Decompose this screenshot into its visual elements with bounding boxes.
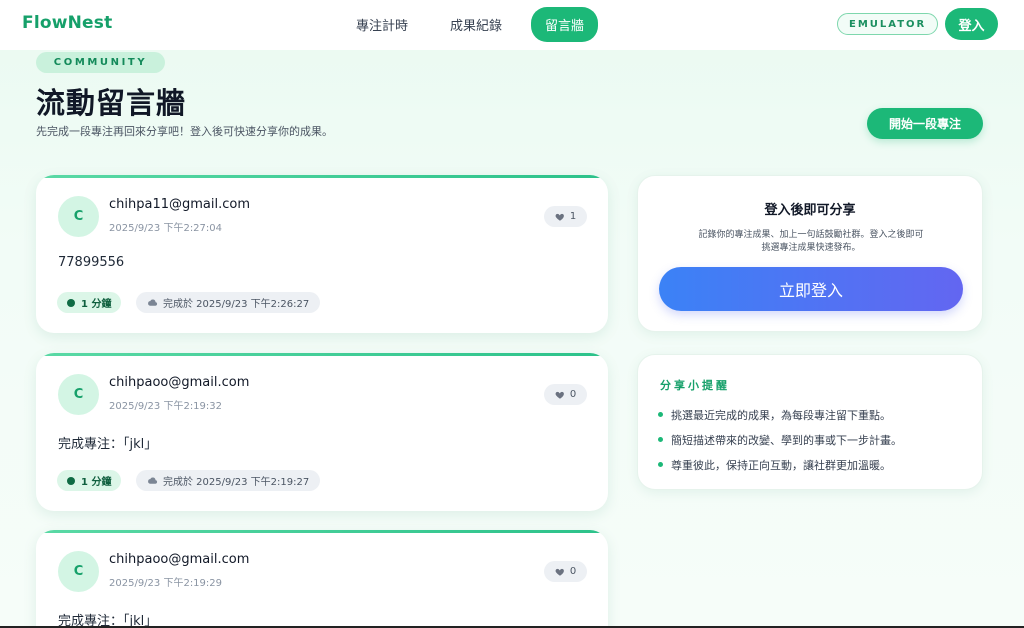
login-card-description: 記錄你的專注成果、加上一句話鼓勵社群。登入之後即可 挑選專注成果快速發布。	[672, 229, 950, 255]
top-navbar: FlowNest 專注計時 成果紀錄 留言牆 EMULATOR 登入	[0, 0, 1024, 50]
main-nav: 專注計時 成果紀錄 留言牆	[343, 6, 599, 42]
completed-label: 完成於 2025/9/23 下午2:26:27	[163, 299, 310, 310]
bullet-icon	[658, 437, 663, 442]
list-item: 簡短描述帶來的改變、學到的事或下一步計畫。	[658, 427, 902, 452]
nav-item-message-wall[interactable]: 留言牆	[531, 6, 599, 42]
duration-label: 1 分鐘	[81, 299, 112, 310]
community-badge: COMMUNITY	[36, 52, 165, 73]
post-author: chihpa11@gmail.com	[109, 197, 251, 212]
like-count: 1	[569, 211, 577, 222]
post-card: C chihpaoo@gmail.com 2025/9/23 下午2:19:29…	[36, 530, 608, 628]
login-card-desc-line: 挑選專注成果快速發布。	[761, 243, 861, 253]
page-title: 流動留言牆	[36, 86, 187, 120]
avatar: C	[58, 196, 99, 237]
tips-list: 挑選最近完成的成果，為每段專注留下重點。 簡短描述帶來的改變、學到的事或下一步計…	[658, 402, 902, 477]
tip-text: 挑選最近完成的成果，為每段專注留下重點。	[671, 408, 891, 422]
bullet-icon	[658, 412, 663, 417]
login-prompt-card: 登入後即可分享 記錄你的專注成果、加上一句話鼓勵社群。登入之後即可 挑選專注成果…	[637, 175, 983, 332]
login-button[interactable]: 登入	[945, 8, 998, 40]
like-count: 0	[569, 389, 577, 400]
post-body: 完成專注：「jkl」	[58, 437, 158, 452]
emulator-badge: EMULATOR	[837, 13, 939, 35]
list-item: 尊重彼此，保持正向互動，讓社群更加溫暖。	[658, 452, 902, 477]
login-card-desc-line: 記錄你的專注成果、加上一句話鼓勵社群。登入之後即可	[698, 230, 924, 240]
status-dot-icon	[67, 298, 75, 307]
login-card-title: 登入後即可分享	[764, 203, 856, 218]
completed-chip: 完成於 2025/9/23 下午2:19:27	[136, 470, 321, 491]
heart-icon	[555, 568, 564, 576]
completed-chip: 完成於 2025/9/23 下午2:26:27	[136, 292, 321, 313]
list-item: 挑選最近完成的成果，為每段專注留下重點。	[658, 402, 902, 427]
brand-logo[interactable]: FlowNest	[22, 13, 112, 33]
post-card: C chihpaoo@gmail.com 2025/9/23 下午2:19:32…	[36, 353, 608, 511]
post-body: 77899556	[58, 255, 125, 270]
post-author: chihpaoo@gmail.com	[109, 552, 250, 567]
cloud-icon	[148, 477, 158, 484]
like-count: 0	[569, 566, 577, 577]
status-dot-icon	[67, 476, 75, 485]
nav-item-focus-timer[interactable]: 專注計時	[343, 8, 421, 41]
duration-chip: 1 分鐘	[57, 292, 122, 313]
duration-label: 1 分鐘	[81, 477, 112, 488]
like-button[interactable]: 0	[544, 384, 587, 405]
post-card: C chihpa11@gmail.com 2025/9/23 下午2:27:04…	[36, 175, 608, 333]
post-time: 2025/9/23 下午2:19:32	[109, 401, 223, 412]
completed-label: 完成於 2025/9/23 下午2:19:27	[163, 477, 310, 488]
sharing-tips-card: 分享小提醒 挑選最近完成的成果，為每段專注留下重點。 簡短描述帶來的改變、學到的…	[637, 354, 983, 490]
tip-text: 簡短描述帶來的改變、學到的事或下一步計畫。	[671, 433, 902, 447]
post-author: chihpaoo@gmail.com	[109, 375, 250, 390]
avatar: C	[58, 374, 99, 415]
post-time: 2025/9/23 下午2:27:04	[109, 223, 223, 234]
page-subtitle: 先完成一段專注再回來分享吧！登入後可快速分享你的成果。	[36, 125, 333, 138]
like-button[interactable]: 1	[544, 206, 587, 227]
heart-icon	[555, 391, 564, 399]
start-focus-button[interactable]: 開始一段專注	[867, 108, 983, 139]
post-time: 2025/9/23 下午2:19:29	[109, 578, 223, 589]
tips-title: 分享小提醒	[660, 379, 730, 392]
avatar: C	[58, 551, 99, 592]
login-now-button[interactable]: 立即登入	[659, 267, 963, 311]
bullet-icon	[658, 462, 663, 467]
cloud-icon	[148, 299, 158, 306]
like-button[interactable]: 0	[544, 561, 587, 582]
tip-text: 尊重彼此，保持正向互動，讓社群更加溫暖。	[671, 458, 891, 472]
heart-icon	[555, 213, 564, 221]
nav-item-achievements[interactable]: 成果紀錄	[437, 8, 515, 41]
duration-chip: 1 分鐘	[57, 470, 122, 491]
